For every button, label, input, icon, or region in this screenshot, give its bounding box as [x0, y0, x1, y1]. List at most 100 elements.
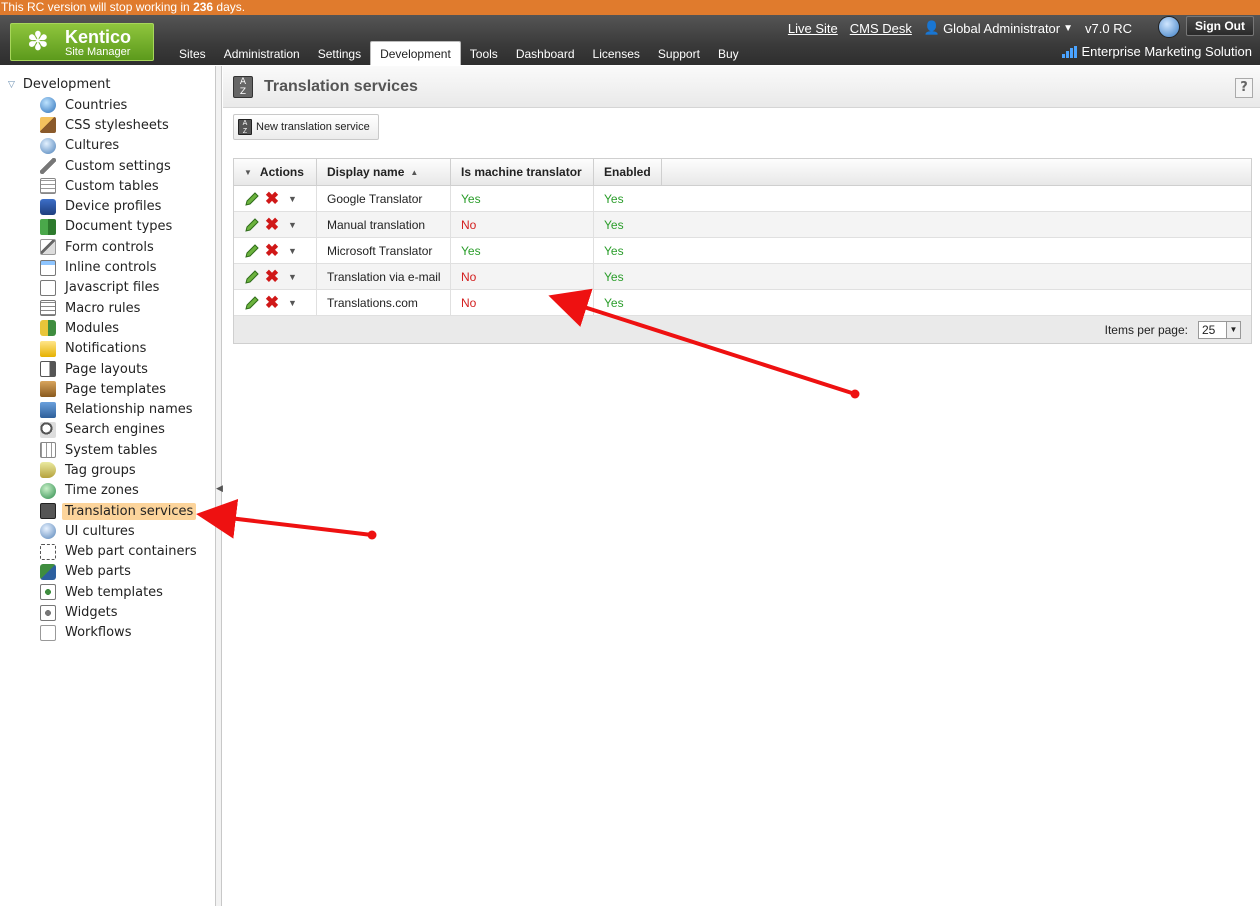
tree-item-search-engines[interactable]: Search engines — [40, 420, 200, 440]
column-display-name[interactable]: Display name ▲ — [317, 159, 451, 185]
cms-desk-link[interactable]: CMS Desk — [850, 21, 912, 36]
cell-enabled: Yes — [594, 186, 662, 211]
live-site-link[interactable]: Live Site — [788, 21, 838, 36]
tree-item-ui-cultures[interactable]: UI cultures — [40, 521, 200, 541]
tree-item-web-parts[interactable]: Web parts — [40, 562, 200, 582]
tree-item-translation-services[interactable]: Translation services — [40, 501, 200, 521]
new-button-label: New translation service — [256, 121, 370, 133]
tree-item-page-layouts[interactable]: Page layouts — [40, 359, 200, 379]
tree-item-web-part-containers[interactable]: Web part containers — [40, 542, 200, 562]
sign-out-button[interactable]: Sign Out — [1186, 16, 1254, 36]
more-actions-chevron-icon[interactable]: ▼ — [288, 246, 297, 256]
delete-x-icon[interactable]: ✖ — [264, 268, 280, 285]
table-icon — [40, 178, 56, 195]
column-actions[interactable]: ▼ Actions — [234, 159, 317, 185]
page-header: AZ Translation services ? — [223, 66, 1260, 108]
cell-is-machine-translator: No — [451, 290, 594, 315]
wrench-icon — [40, 158, 56, 175]
tree-item-device-profiles[interactable]: Device profiles — [40, 196, 200, 216]
more-actions-chevron-icon[interactable]: ▼ — [288, 220, 297, 230]
edition-label: Enterprise Marketing Solution — [1062, 44, 1252, 59]
delete-x-icon[interactable]: ✖ — [264, 294, 280, 311]
nav-tab-administration[interactable]: Administration — [215, 41, 309, 65]
tree-item-document-types[interactable]: Document types — [40, 217, 200, 237]
tree-item-time-zones[interactable]: Time zones — [40, 481, 200, 501]
items-per-page-value: 25 — [1202, 322, 1216, 337]
display-name-text: Google Translator — [327, 191, 423, 206]
tree-item-form-controls[interactable]: Form controls — [40, 237, 200, 257]
nav-tab-dashboard[interactable]: Dashboard — [507, 41, 584, 65]
tree-item-relationship-names[interactable]: Relationship names — [40, 399, 200, 419]
tree-item-macro-rules[interactable]: Macro rules — [40, 298, 200, 318]
delete-x-icon[interactable]: ✖ — [264, 190, 280, 207]
enabled-value: Yes — [604, 269, 624, 284]
tree-root[interactable]: ▽ Development — [8, 77, 110, 92]
nav-tab-settings[interactable]: Settings — [309, 41, 370, 65]
web-template-icon — [40, 584, 56, 601]
tree-item-page-templates[interactable]: Page templates — [40, 379, 200, 399]
tree-item-cultures[interactable]: Cultures — [40, 136, 200, 156]
inline-controls-icon — [40, 259, 56, 276]
edit-pencil-icon[interactable] — [244, 191, 260, 207]
user-menu[interactable]: 👤 Global Administrator ▼ — [924, 20, 1073, 36]
tree-item-inline-controls[interactable]: Inline controls — [40, 257, 200, 277]
machine-translator-value: No — [461, 295, 477, 310]
main-nav: Sites Administration Settings Development To… — [170, 41, 748, 65]
tree-item-label: Translation services — [62, 502, 197, 520]
nav-tab-support[interactable]: Support — [649, 41, 709, 65]
tree-item-custom-settings[interactable]: Custom settings — [40, 156, 200, 176]
grid-header: ▼ Actions Display name ▲ Is machine tran… — [234, 159, 1251, 186]
tree-item-label: UI cultures — [65, 523, 135, 539]
cell-enabled: Yes — [594, 212, 662, 237]
more-actions-chevron-icon[interactable]: ▼ — [288, 194, 297, 204]
column-display-name-label: Display name — [327, 165, 405, 179]
edit-pencil-icon[interactable] — [244, 217, 260, 233]
nav-tab-licenses[interactable]: Licenses — [584, 41, 649, 65]
more-actions-chevron-icon[interactable]: ▼ — [288, 298, 297, 308]
tree-item-notifications[interactable]: Notifications — [40, 339, 200, 359]
tree-item-javascript-files[interactable]: Javascript files — [40, 278, 200, 298]
tree-item-tag-groups[interactable]: Tag groups — [40, 460, 200, 480]
chevron-down-icon[interactable]: ▼ — [1226, 321, 1240, 338]
expand-triangle-icon[interactable]: ▽ — [8, 80, 15, 90]
help-button[interactable]: ? — [1235, 78, 1253, 98]
nav-tab-development[interactable]: Development — [370, 41, 461, 65]
edition-text: Enterprise Marketing Solution — [1081, 44, 1252, 59]
delete-x-icon[interactable]: ✖ — [264, 216, 280, 233]
tree-item-label: Inline controls — [65, 260, 157, 276]
tree-item-countries[interactable]: Countries — [40, 95, 200, 115]
column-enabled[interactable]: Enabled — [594, 159, 662, 185]
tree-item-custom-tables[interactable]: Custom tables — [40, 176, 200, 196]
edit-pencil-icon[interactable] — [244, 295, 260, 311]
tree-item-modules[interactable]: Modules — [40, 318, 200, 338]
new-translation-service-button[interactable]: AZ New translation service — [233, 114, 379, 140]
collapse-arrow-icon[interactable]: ◀ — [216, 484, 223, 494]
tree-item-web-templates[interactable]: Web templates — [40, 582, 200, 602]
edit-pencil-icon[interactable] — [244, 243, 260, 259]
display-name-text: Microsoft Translator — [327, 243, 433, 258]
actions-menu-icon[interactable]: ▼ — [244, 168, 252, 177]
tree-item-css-stylesheets[interactable]: CSS stylesheets — [40, 115, 200, 135]
cell-display-name: Manual translation — [317, 212, 451, 237]
kentico-logo[interactable]: ✽ Kentico Site Manager — [10, 23, 154, 61]
panel-splitter[interactable]: ◀ — [216, 66, 223, 906]
delete-x-icon[interactable]: ✖ — [264, 242, 280, 259]
banner-prefix: This RC version will stop working in — [1, 0, 194, 14]
edit-pencil-icon[interactable] — [244, 269, 260, 285]
table-row: ✖ ▼ Manual translation No Yes — [234, 212, 1251, 238]
items-per-page-select[interactable]: 25 ▼ — [1198, 320, 1241, 339]
nav-tab-buy[interactable]: Buy — [709, 41, 748, 65]
tree-item-label: CSS stylesheets — [65, 117, 169, 133]
language-globe-icon[interactable] — [1158, 16, 1180, 38]
more-actions-chevron-icon[interactable]: ▼ — [288, 272, 297, 282]
time-zone-icon — [40, 482, 56, 499]
nav-tab-tools[interactable]: Tools — [461, 41, 507, 65]
ui-culture-icon — [40, 523, 56, 540]
tree-item-system-tables[interactable]: System tables — [40, 440, 200, 460]
sort-ascending-icon: ▲ — [410, 167, 419, 177]
row-actions: ✖ ▼ — [234, 212, 317, 237]
nav-tab-sites[interactable]: Sites — [170, 41, 215, 65]
column-is-machine-translator[interactable]: Is machine translator — [451, 159, 594, 185]
tree-item-widgets[interactable]: Widgets — [40, 602, 200, 622]
tree-item-workflows[interactable]: Workflows — [40, 623, 200, 643]
